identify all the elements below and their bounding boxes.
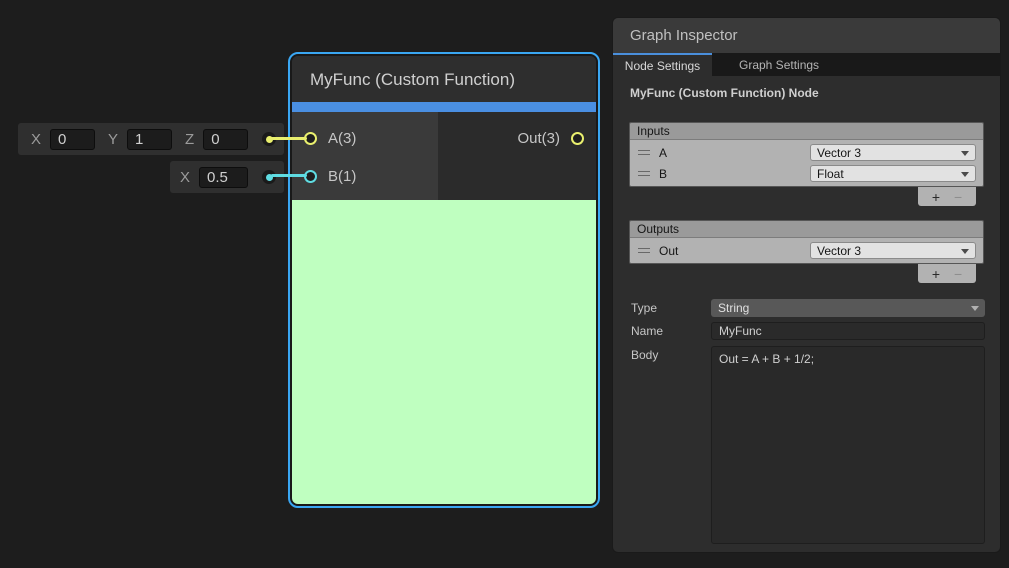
y-value-field[interactable] [127,129,172,150]
add-output-button[interactable]: + [932,267,940,281]
node-category-color-bar [292,102,596,112]
node-preview [292,200,596,504]
edge-float-to-b[interactable] [271,174,307,177]
inputs-list-header: Inputs [630,123,983,140]
input-ports-column: A(3) B(1) [292,112,438,200]
drag-handle-icon[interactable] [638,171,650,176]
outputs-list-rows: Out Vector 3 [630,238,983,263]
output-row-name: Out [659,244,678,258]
type-label: Type [631,299,711,317]
node-body: MyFunc (Custom Function) A(3) B(1) Out(3… [292,56,596,504]
port-out-label: Out(3) [517,130,560,147]
outputs-list-footer: + − [629,264,984,283]
z-field-label: Z [185,131,194,148]
remove-output-button[interactable]: − [954,267,962,281]
x-field-label: X [31,131,41,148]
port-a-label: A(3) [328,130,356,147]
port-row-b: B(1) [292,164,438,188]
y-field-label: Y [108,131,118,148]
tab-node-settings[interactable]: Node Settings [613,53,712,76]
x-field-label: X [180,169,190,186]
graph-inspector-panel: Graph Inspector Node Settings Graph Sett… [612,17,1001,553]
dropdown-arrow-icon [971,306,979,311]
dropdown-arrow-icon [961,249,969,254]
inputs-list: Inputs A Vector 3 B Float [629,122,984,206]
inputs-list-footer: + − [629,187,984,206]
output-port-out-icon[interactable] [571,132,584,145]
drag-handle-icon[interactable] [638,248,650,253]
node-ports-area: A(3) B(1) Out(3) [292,112,596,200]
outputs-list-header: Outputs [630,221,983,238]
outputs-list: Outputs Out Vector 3 + − [629,220,984,283]
outputs-list-box: Outputs Out Vector 3 [629,220,984,264]
name-field-row: Name [631,322,985,340]
graph-inspector-title[interactable]: Graph Inspector [613,18,1000,53]
vector3-input-widget: X Y Z [18,123,284,155]
custom-function-node[interactable]: MyFunc (Custom Function) A(3) B(1) Out(3… [288,52,600,508]
drag-handle-icon[interactable] [638,150,650,155]
name-label: Name [631,322,711,340]
list-item[interactable]: A Vector 3 [630,142,983,163]
float-connector-port[interactable] [262,170,276,184]
output-ports-column: Out(3) [438,112,596,200]
outputs-footer-buttons: + − [918,264,976,283]
type-field-row: Type String [631,299,985,317]
float-value-field[interactable] [199,167,248,188]
input-a-type-value: Vector 3 [817,146,861,160]
input-a-type-dropdown[interactable]: Vector 3 [810,144,976,161]
list-item[interactable]: Out Vector 3 [630,240,983,261]
selected-node-heading: MyFunc (Custom Function) Node [630,86,1000,100]
z-value-field[interactable] [203,129,248,150]
inputs-list-box: Inputs A Vector 3 B Float [629,122,984,187]
edge-vector3-to-a[interactable] [271,137,307,140]
function-body-textarea[interactable]: Out = A + B + 1/2; [711,346,985,544]
type-dropdown[interactable]: String [711,299,985,317]
add-input-button[interactable]: + [932,190,940,204]
output-out-type-dropdown[interactable]: Vector 3 [810,242,976,259]
body-label: Body [631,346,711,364]
output-out-type-value: Vector 3 [817,244,861,258]
body-field-row: Body Out = A + B + 1/2; [631,346,985,544]
input-b-type-dropdown[interactable]: Float [810,165,976,182]
input-b-type-value: Float [817,167,844,181]
port-b-label: B(1) [328,168,356,185]
inputs-list-rows: A Vector 3 B Float [630,140,983,186]
function-name-input[interactable] [711,322,985,340]
port-row-out: Out(3) [438,126,596,150]
list-item[interactable]: B Float [630,163,983,184]
remove-input-button[interactable]: − [954,190,962,204]
x-value-field[interactable] [50,129,95,150]
inputs-footer-buttons: + − [918,187,976,206]
tab-graph-settings[interactable]: Graph Settings [712,53,846,76]
inspector-tab-bar: Node Settings Graph Settings [613,53,1000,76]
dropdown-arrow-icon [961,151,969,156]
input-row-name: B [659,167,667,181]
dropdown-arrow-icon [961,172,969,177]
port-row-a: A(3) [292,126,438,150]
type-dropdown-value: String [718,301,749,315]
float-input-widget: X [170,161,284,193]
node-title[interactable]: MyFunc (Custom Function) [292,56,596,102]
input-row-name: A [659,146,667,160]
